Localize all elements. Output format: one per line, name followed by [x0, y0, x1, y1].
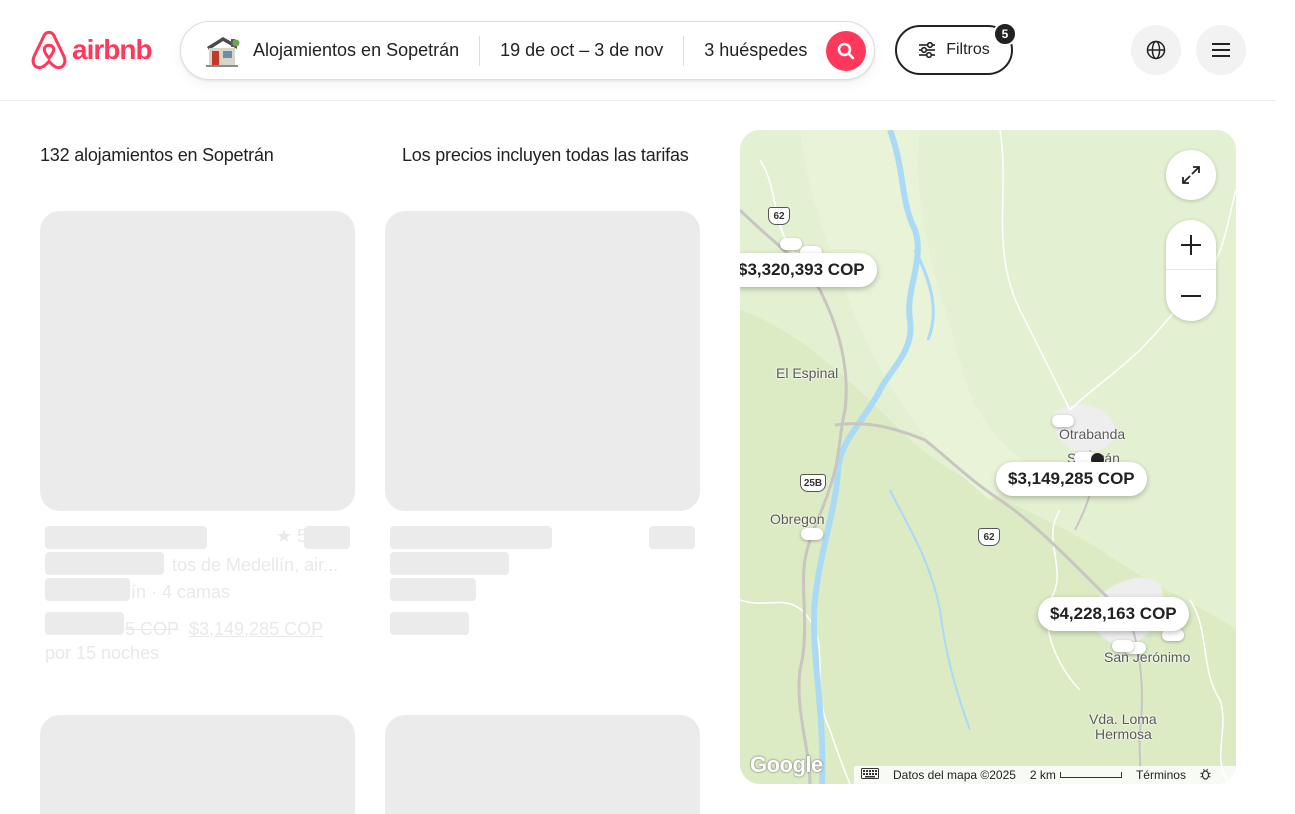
- house-icon: [206, 36, 240, 67]
- listing-old-price-ghost: 5 COP: [125, 619, 180, 639]
- map-mini-pin[interactable]: [801, 528, 823, 540]
- listing-nights-ghost: por 15 noches: [45, 643, 160, 663]
- skeleton-line: [390, 552, 509, 575]
- main-menu-button[interactable]: [1196, 25, 1246, 75]
- keyboard-shortcuts-button[interactable]: [854, 768, 886, 782]
- map-scale[interactable]: 2 km: [1023, 768, 1129, 782]
- listing-beds-ghost: ín · 4 camas: [131, 582, 231, 602]
- minus-icon: [1181, 295, 1201, 297]
- listing-image-placeholder[interactable]: [385, 715, 700, 814]
- search-icon: [837, 42, 855, 60]
- dates-segment[interactable]: 19 de oct – 3 de nov: [480, 22, 683, 79]
- bug-icon: [1200, 768, 1211, 780]
- place-label-el-espinal: El Espinal: [776, 365, 839, 381]
- header: airbnb Alojamientos en Sopetrán 19 de oc…: [0, 0, 1276, 101]
- listing-price-ghost: $3,149,285 COP: [189, 619, 324, 639]
- guests-text: 3 huéspedes: [704, 40, 808, 60]
- guests-segment[interactable]: 3 huéspedes: [684, 22, 827, 79]
- map-scale-bar: [1059, 772, 1122, 778]
- prices-note: Los precios incluyen todas las tarifas: [402, 145, 689, 165]
- map-terrain: [740, 130, 1236, 784]
- skeleton-line: [390, 612, 469, 635]
- skeleton-line: [390, 526, 552, 549]
- map-scale-label: 2 km: [1029, 768, 1056, 782]
- map-price-pin[interactable]: $4,228,163 COP: [1038, 597, 1189, 631]
- airbnb-logo[interactable]: airbnb: [30, 30, 153, 70]
- results-count: 132 alojamientos en Sopetrán: [40, 145, 274, 165]
- airbnb-logo-icon: [31, 30, 67, 70]
- map-attribution-bar: Datos del mapa ©2025 2 km Términos: [854, 766, 1236, 784]
- zoom-in-button[interactable]: [1166, 220, 1216, 270]
- map-mini-pin[interactable]: [1112, 640, 1134, 652]
- listing-image-placeholder[interactable]: [40, 715, 355, 814]
- map-mini-pin[interactable]: [780, 238, 802, 250]
- language-button[interactable]: [1131, 25, 1181, 75]
- location-text: Alojamientos en Sopetrán: [253, 40, 460, 60]
- search-bar[interactable]: Alojamientos en Sopetrán 19 de oct – 3 d…: [180, 21, 875, 80]
- place-label-obregon: Obregon: [770, 511, 825, 527]
- dates-text: 19 de oct – 3 de nov: [500, 40, 664, 60]
- skeleton-line: [649, 526, 695, 549]
- expand-icon: [1182, 166, 1200, 184]
- listing-title-ghost: tos de Medellín, air...: [172, 555, 339, 575]
- plus-icon: [1181, 234, 1201, 255]
- skeleton-line: [45, 578, 130, 601]
- map-mini-pin[interactable]: [1052, 415, 1074, 427]
- map[interactable]: 62 25B 62 El Espinal Otrabanda S rán Obr…: [740, 130, 1236, 784]
- skeleton-line: [45, 612, 124, 635]
- map-expand-button[interactable]: [1166, 150, 1216, 200]
- zoom-out-button[interactable]: [1166, 271, 1216, 321]
- road-62-shield: 62: [768, 207, 790, 225]
- place-label-loma-hermosa: Hermosa: [1095, 726, 1152, 742]
- road-25b-shield: 25B: [800, 474, 826, 492]
- search-button[interactable]: [826, 31, 866, 71]
- map-data-credit[interactable]: Datos del mapa ©2025: [886, 768, 1023, 782]
- map-price-pin[interactable]: $3,149,285 COP: [996, 462, 1147, 496]
- skeleton-line: [390, 578, 476, 601]
- location-segment[interactable]: Alojamientos en Sopetrán: [181, 22, 479, 79]
- sliders-icon: [919, 41, 936, 59]
- skeleton-line: [45, 552, 164, 575]
- listing-image-placeholder[interactable]: [385, 211, 700, 511]
- listing-rating-ghost: ★ 5: [276, 526, 308, 546]
- skeleton-line: [304, 526, 350, 549]
- filters-count-badge: 5: [993, 22, 1017, 46]
- place-label-loma-hermosa: Vda. Loma: [1089, 711, 1157, 727]
- road-62-shield: 62: [978, 528, 1000, 546]
- report-map-error-button[interactable]: [1193, 768, 1218, 783]
- map-zoom-controls: [1166, 220, 1216, 321]
- map-price-pin[interactable]: $3,320,393 COP: [740, 253, 877, 287]
- hamburger-menu-icon: [1212, 43, 1230, 57]
- globe-icon: [1146, 40, 1166, 60]
- place-label-otrabanda: Otrabanda: [1059, 426, 1126, 442]
- filters-label: Filtros: [946, 41, 990, 58]
- brand-name: airbnb: [72, 34, 153, 65]
- terms-link[interactable]: Términos: [1129, 768, 1193, 782]
- skeleton-line: [45, 526, 207, 549]
- keyboard-icon: [861, 768, 879, 779]
- listing-image-placeholder[interactable]: [40, 211, 355, 511]
- google-logo: Google: [750, 752, 823, 777]
